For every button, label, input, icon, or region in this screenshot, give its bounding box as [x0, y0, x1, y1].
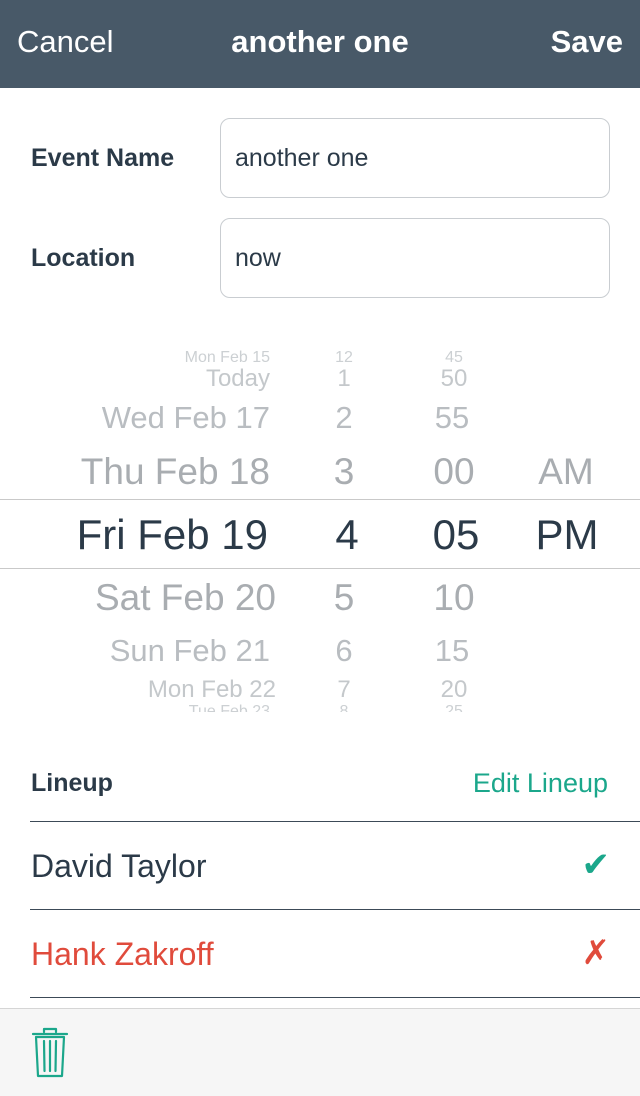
picker-minute-option[interactable]: 00 — [433, 453, 474, 490]
divider — [30, 997, 640, 998]
navigation-bar: Cancel another one Save — [0, 0, 640, 88]
event-name-field[interactable] — [220, 118, 610, 198]
check-icon: ✔ — [581, 846, 611, 884]
picker-hour-option[interactable]: 7 — [337, 678, 350, 702]
picker-date-option[interactable]: Mon Feb 15 — [185, 350, 270, 366]
picker-date-option[interactable]: Mon Feb 22 — [148, 678, 276, 702]
date-time-picker[interactable]: Mon Feb 15 Today Wed Feb 17 Thu Feb 18 F… — [0, 350, 640, 712]
picker-minute-option[interactable]: 20 — [441, 678, 468, 702]
picker-date-option[interactable]: Sun Feb 21 — [110, 635, 270, 666]
page-title: another one — [231, 24, 409, 59]
divider — [30, 821, 640, 822]
event-name-label: Event Name — [31, 144, 175, 172]
picker-date-option[interactable]: Wed Feb 17 — [102, 402, 270, 433]
picker-date-option[interactable]: Thu Feb 18 — [81, 453, 270, 490]
picker-pm-selected[interactable]: PM — [536, 514, 599, 556]
picker-minute-option[interactable]: 25 — [445, 704, 463, 713]
location-label: Location — [31, 244, 136, 272]
picker-hour-option[interactable]: 12 — [335, 350, 353, 366]
picker-hour-option[interactable]: 1 — [337, 367, 350, 391]
picker-minute-option[interactable]: 45 — [445, 350, 463, 366]
picker-hour-option[interactable]: 5 — [334, 579, 355, 616]
save-button[interactable]: Save — [551, 24, 623, 60]
picker-minute-option[interactable]: 50 — [441, 367, 468, 391]
picker-minute-selected[interactable]: 05 — [433, 514, 480, 556]
picker-minute-option[interactable]: 15 — [435, 635, 469, 666]
picker-date-option[interactable]: Tue Feb 23 — [189, 704, 270, 713]
edit-lineup-button[interactable]: Edit Lineup — [473, 768, 608, 799]
picker-hour-option[interactable]: 3 — [334, 453, 355, 490]
picker-hour-option[interactable]: 2 — [335, 402, 352, 433]
trash-icon[interactable] — [30, 1027, 70, 1079]
picker-hour-option[interactable]: 6 — [335, 635, 352, 666]
picker-date-option[interactable]: Sat Feb 20 — [95, 579, 276, 616]
lineup-member-name: Hank Zakroff — [31, 936, 214, 972]
picker-hour-option[interactable]: 8 — [340, 704, 349, 713]
picker-minute-option[interactable]: 55 — [435, 402, 469, 433]
picker-hour-selected[interactable]: 4 — [335, 514, 358, 556]
picker-selection-top-line — [0, 499, 640, 500]
cross-icon: ✗ — [581, 934, 611, 972]
divider — [30, 909, 640, 910]
picker-minute-option[interactable]: 10 — [433, 579, 474, 616]
picker-selection-bottom-line — [0, 568, 640, 569]
picker-date-option[interactable]: Today — [206, 367, 270, 391]
lineup-heading: Lineup — [31, 769, 113, 797]
picker-date-selected[interactable]: Fri Feb 19 — [77, 514, 268, 556]
location-field[interactable] — [220, 218, 610, 298]
lineup-member-name: David Taylor — [31, 848, 207, 884]
picker-am-option[interactable]: AM — [538, 453, 594, 490]
bottom-toolbar — [0, 1008, 640, 1096]
